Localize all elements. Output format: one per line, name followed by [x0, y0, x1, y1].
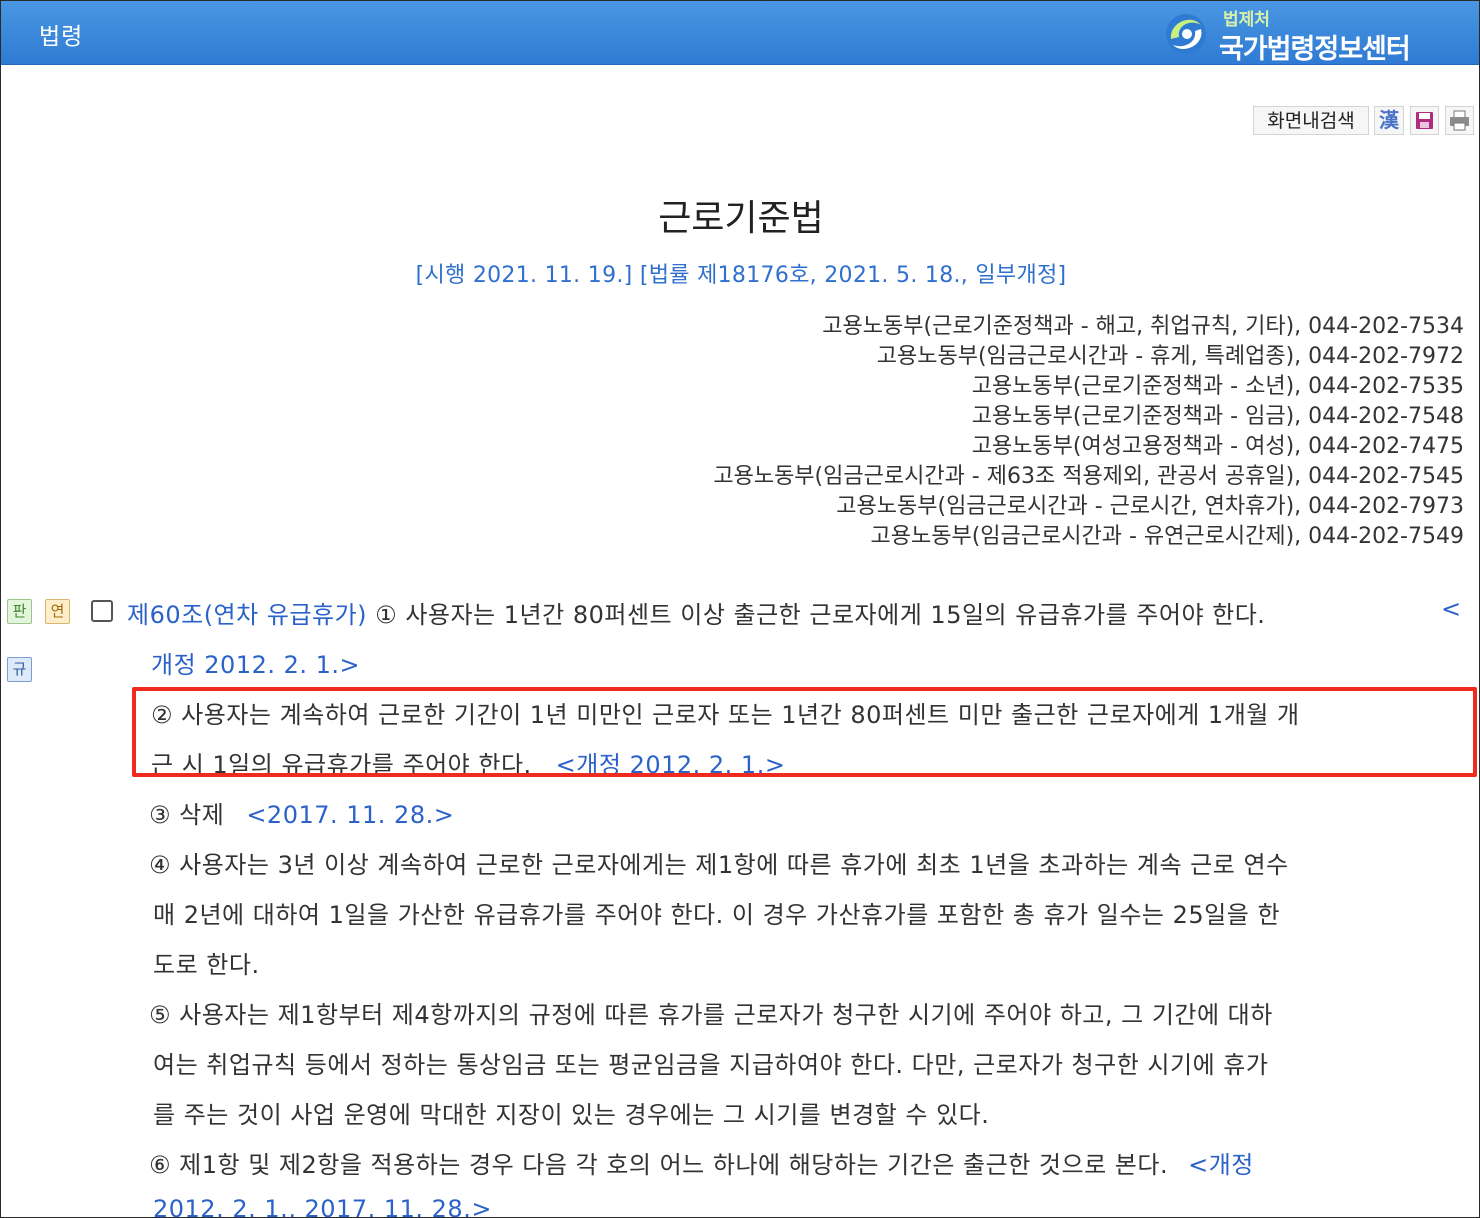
history-badge[interactable]: 연 — [45, 599, 70, 624]
paragraph-text: 매 2년에 대하여 1일을 가산한 유급휴가를 주어야 한다. 이 경우 가산휴… — [153, 901, 1281, 929]
law-title: 근로기준법 — [658, 198, 824, 239]
amend-link[interactable]: 2012. 2. 1., 2017. 11. 28.> — [153, 1195, 492, 1217]
amend-link[interactable]: 개정 2012. 2. 1.> — [151, 645, 360, 680]
contact-line: 고용노동부(근로기준정책과 - 해고, 취업규칙, 기타), 044-202-7… — [822, 314, 1464, 339]
contact-line: 고용노동부(임금근로시간과 - 휴게, 특례업종), 044-202-7972 — [876, 344, 1464, 369]
article-line: 제60조(연차 유급휴가) ① 사용자는 1년간 80퍼센트 이상 출근한 근로… — [127, 595, 1265, 630]
article-line: ⑥ 제1항 및 제2항을 적용하는 경우 다음 각 호의 어느 하나에 해당하는… — [149, 1145, 1254, 1180]
brand-logo[interactable]: 법제처 국가법령정보센터 — [1161, 5, 1461, 65]
paragraph-text: ⑥ 제1항 및 제2항을 적용하는 경우 다음 각 호의 어느 하나에 해당하는… — [149, 1151, 1169, 1179]
top-bar: 법령 법제처 국가법령정보센터 — [1, 1, 1479, 65]
article-heading[interactable]: 제60조(연차 유급휴가) — [127, 601, 367, 629]
paragraph-text: ① 사용자는 1년간 80퍼센트 이상 출근한 근로자에게 15일의 유급휴가를… — [367, 601, 1266, 629]
article-checkbox[interactable] — [91, 600, 113, 622]
floppy-save-icon — [1416, 112, 1433, 129]
print-button[interactable] — [1445, 106, 1474, 135]
contact-line: 고용노동부(근로기준정책과 - 임금), 044-202-7548 — [971, 404, 1464, 429]
contact-line: 고용노동부(여성고용정책과 - 여성), 044-202-7475 — [971, 434, 1464, 459]
paragraph-text: ③ 삭제 — [149, 801, 225, 829]
contact-line: 고용노동부(근로기준정책과 - 소년), 044-202-7535 — [971, 374, 1464, 399]
paragraph-text: ⑤ 사용자는 제1항부터 제4항까지의 규정에 따른 휴가를 근로자가 청구한 … — [149, 1001, 1273, 1029]
save-button[interactable] — [1410, 106, 1439, 135]
brand-swirl-icon — [1166, 14, 1206, 54]
paragraph-text: 도로 한다. — [153, 951, 260, 979]
contact-line: 고용노동부(임금근로시간과 - 유연근로시간제), 044-202-7549 — [870, 524, 1465, 549]
paragraph-text: 여는 취업규칙 등에서 정하는 통상임금 또는 평균임금을 지급하여야 한다. … — [153, 1051, 1269, 1079]
contact-list: 고용노동부(근로기준정책과 - 해고, 취업규칙, 기타), 044-202-7… — [713, 312, 1464, 552]
brand-center: 국가법령정보센터 — [1219, 34, 1411, 65]
article-line: ③ 삭제 <2017. 11. 28.> — [149, 795, 454, 830]
contact-line: 고용노동부(임금근로시간과 - 제63조 적용제외, 관공서 공휴일), 044… — [713, 464, 1464, 489]
page-frame: 법령 법제처 국가법령정보센터 화면내검색 漢 근로기준법 [시행 2021. … — [0, 0, 1480, 1218]
paragraph-text: ④ 사용자는 3년 이상 계속하여 근로한 근로자에게는 제1항에 따른 휴가에… — [149, 851, 1289, 879]
section-title: 법령 — [39, 24, 84, 50]
hanja-toggle-button[interactable]: 漢 — [1374, 106, 1404, 135]
in-page-search-button[interactable]: 화면내검색 — [1253, 106, 1369, 135]
amend-link[interactable]: <개정 — [1188, 1151, 1254, 1179]
paragraph-text: 를 주는 것이 사업 운영에 막대한 지장이 있는 경우에는 그 시기를 변경할… — [153, 1101, 990, 1129]
amend-link-open[interactable]: < — [1441, 595, 1462, 623]
regulation-badge[interactable]: 규 — [7, 657, 32, 682]
amend-link[interactable]: <2017. 11. 28.> — [246, 801, 454, 829]
law-enforcement-info[interactable]: [시행 2021. 11. 19.] [법률 제18176호, 2021. 5.… — [1, 257, 1479, 289]
contact-line: 고용노동부(임금근로시간과 - 근로시간, 연차휴가), 044-202-797… — [836, 494, 1464, 519]
highlight-box — [132, 687, 1477, 777]
printer-icon — [1450, 110, 1469, 131]
precedent-badge[interactable]: 판 — [7, 599, 32, 624]
